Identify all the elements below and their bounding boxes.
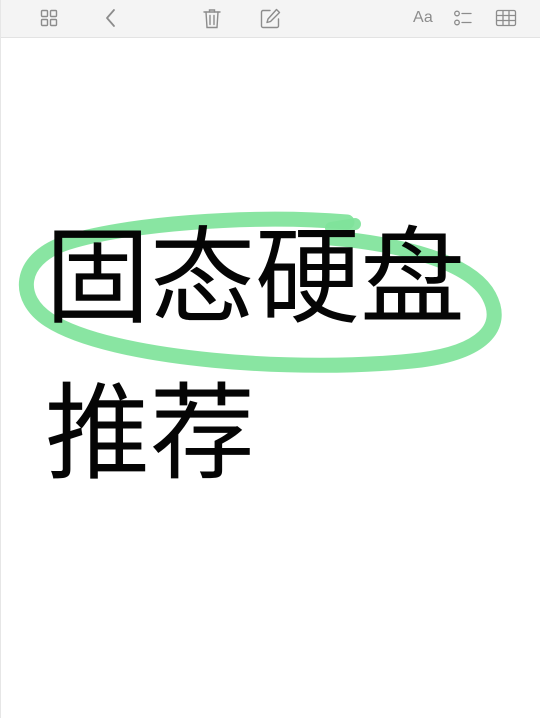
checklist-icon: [453, 9, 473, 27]
delete-button[interactable]: [199, 5, 225, 31]
note-title-line-1: 固态硬盘: [45, 217, 466, 339]
grid-view-icon: [40, 9, 58, 27]
back-button[interactable]: [99, 5, 123, 31]
format-text-label: Aa: [413, 9, 433, 26]
back-chevron-icon: [104, 8, 118, 28]
compose-button[interactable]: [257, 5, 283, 31]
table-button[interactable]: [493, 5, 519, 31]
compose-icon: [260, 8, 281, 29]
grid-view-button[interactable]: [37, 5, 61, 31]
note-title-line-2: 推荐: [45, 373, 256, 495]
table-icon: [495, 9, 517, 27]
trash-icon: [203, 8, 221, 29]
format-text-button[interactable]: Aa: [409, 5, 437, 31]
notes-app-page: Aa 固态硬盘 推荐: [0, 0, 540, 718]
note-toolbar: Aa: [1, 0, 540, 38]
note-body[interactable]: 固态硬盘 推荐: [1, 38, 540, 718]
checklist-button[interactable]: [451, 5, 475, 31]
